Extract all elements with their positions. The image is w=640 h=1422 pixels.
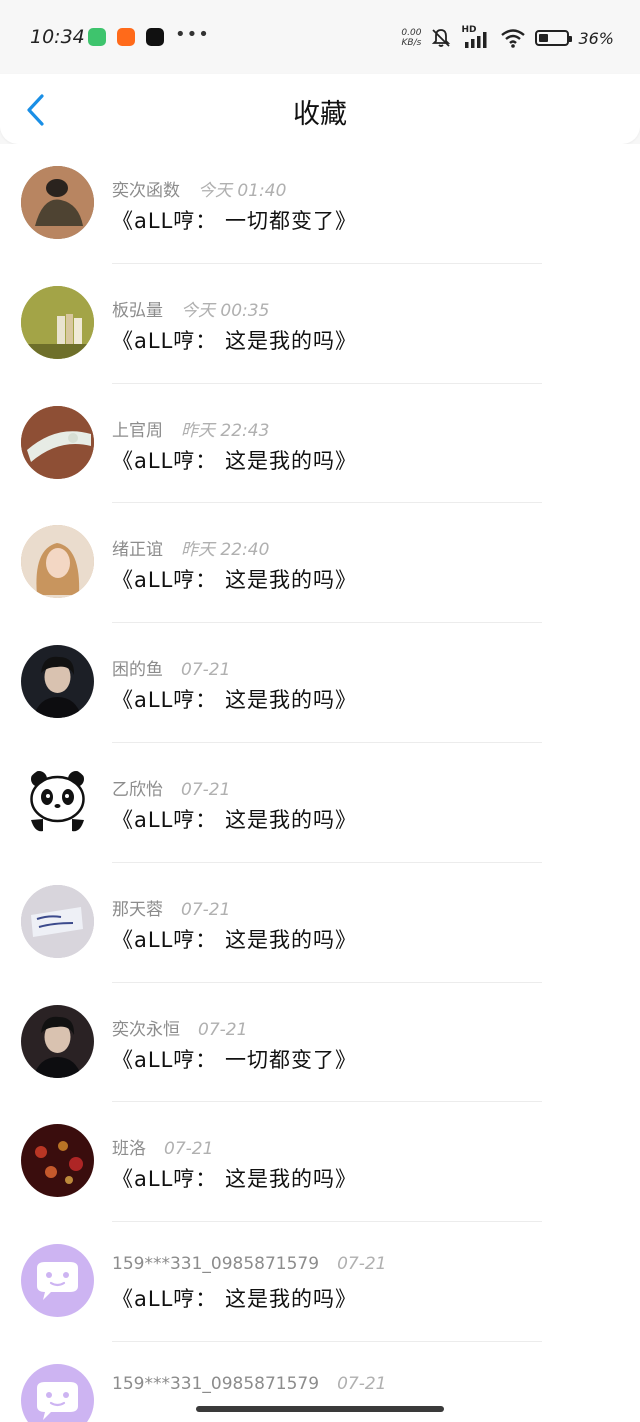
item-meta: 乙欣怡 07-21 — [112, 775, 230, 800]
bracelet-avatar-icon — [21, 405, 94, 479]
books-avatar-icon — [21, 285, 94, 359]
item-message: 《aLL哼： 一切都变了》 — [112, 1047, 357, 1072]
status-time: 10:34 — [30, 26, 85, 48]
avatar[interactable] — [21, 405, 94, 479]
more-notifications-icon: ••• — [175, 24, 210, 45]
user-name: 159***331_0985871579 — [112, 1373, 320, 1394]
item-message: 《aLL哼： 这是我的吗》 — [112, 688, 357, 713]
chat-bubble-avatar-icon — [37, 1262, 78, 1301]
home-indicator[interactable] — [196, 1406, 444, 1412]
list-item[interactable]: 板弘量 今天 00:35 《aLL哼： 这是我的吗》 — [0, 264, 640, 384]
avatar[interactable] — [21, 525, 94, 599]
user-name: 奕次函数 — [112, 181, 180, 201]
user-name: 159***331_0985871579 — [112, 1254, 320, 1275]
list-item[interactable]: 班洛 07-21 《aLL哼： 这是我的吗》 — [0, 1102, 640, 1223]
avatar[interactable] — [21, 1004, 94, 1078]
item-time: 07-21 — [181, 899, 231, 920]
item-meta: 159***331_0985871579 07-21 — [112, 1374, 386, 1394]
panda-avatar-icon — [21, 764, 94, 838]
item-meta: 那天蓉 07-21 — [112, 895, 230, 920]
taobao-icon — [117, 28, 135, 46]
photo-avatar-icon — [21, 166, 94, 239]
list-item[interactable]: 困的鱼 07-21 《aLL哼： 这是我的吗》 — [0, 623, 640, 743]
item-message: 《aLL哼： 这是我的吗》 — [112, 448, 357, 473]
avatar[interactable] — [21, 166, 94, 239]
avatar[interactable] — [21, 1363, 94, 1422]
avatar[interactable] — [21, 1244, 94, 1318]
item-time: 07-21 — [337, 1373, 387, 1394]
battery-icon — [535, 30, 573, 46]
user-name: 板弘量 — [112, 300, 163, 321]
item-message: 《aLL哼： 一切都变了》 — [112, 209, 357, 233]
avatar[interactable] — [21, 285, 94, 359]
network-speed-unit: KB/s — [401, 38, 422, 48]
avatar[interactable] — [21, 645, 94, 719]
portrait-avatar-icon — [33, 656, 82, 719]
item-message: 《aLL哼： 这是我的吗》 — [112, 807, 357, 832]
item-time: 07-21 — [181, 779, 231, 800]
user-name: 班洛 — [112, 1139, 146, 1160]
signal-icon — [465, 32, 487, 48]
item-meta: 159***331_0985871579 07-21 — [112, 1254, 386, 1274]
signal-group: HD — [461, 25, 491, 49]
item-message: 《aLL哼： 这是我的吗》 — [112, 1287, 357, 1312]
item-meta: 绪正谊 昨天 22:40 — [112, 535, 269, 560]
user-name: 乙欣怡 — [112, 779, 163, 800]
item-message: 《aLL哼： 这是我的吗》 — [112, 568, 357, 593]
list-item[interactable]: 奕次永恒 07-21 《aLL哼： 一切都变了》 — [0, 983, 640, 1103]
user-name: 上官周 — [112, 420, 163, 441]
chat-bubble-avatar-icon — [37, 1381, 78, 1420]
network-speed: 0.00 KB/s — [401, 28, 421, 48]
bokeh-avatar-icon — [35, 1141, 83, 1185]
item-meta: 班洛 07-21 — [112, 1134, 213, 1159]
battery-percent: 36% — [578, 28, 614, 48]
item-time: 昨天 22:40 — [181, 540, 270, 561]
item-message: 《aLL哼： 这是我的吗》 — [112, 328, 357, 353]
item-time: 昨天 22:43 — [181, 420, 270, 441]
item-time: 07-21 — [198, 1019, 248, 1040]
avatar[interactable] — [21, 884, 94, 958]
wechat-icon — [88, 28, 106, 46]
battery-tip — [569, 36, 573, 42]
status-right: 0.00 KB/s HD 36% — [401, 24, 614, 52]
tiktok-icon — [146, 28, 164, 46]
user-name: 那天蓉 — [112, 899, 163, 920]
portrait-avatar-icon — [33, 1016, 82, 1078]
item-time: 07-21 — [181, 660, 231, 681]
avatar[interactable] — [21, 1124, 94, 1198]
user-name: 绪正谊 — [112, 540, 163, 561]
avatar[interactable] — [21, 764, 94, 838]
battery-fill — [539, 34, 549, 42]
handwriting-avatar-icon — [21, 884, 94, 958]
item-time: 07-21 — [164, 1139, 214, 1160]
wifi-icon — [501, 29, 526, 48]
list-item[interactable]: 159***331_0985871579 07-21 《aLL哼： 这是我的吗》 — [0, 1222, 640, 1342]
favorites-list[interactable]: 奕次函数 今天 01:40 《aLL哼： 一切都变了》 板弘量 今天 00:35 《aLL… — [0, 144, 640, 1422]
bell-muted-icon — [432, 29, 451, 47]
item-time: 今天 00:35 — [181, 300, 270, 321]
list-item[interactable]: 奕次函数 今天 01:40 《aLL哼： 一切都变了》 — [0, 144, 640, 264]
item-meta: 困的鱼 07-21 — [112, 655, 230, 680]
item-meta: 上官周 昨天 22:43 — [112, 416, 269, 441]
item-message: 《aLL哼： 这是我的吗》 — [112, 927, 357, 952]
network-speed-value: 0.00 — [401, 28, 422, 38]
portrait-avatar-icon — [21, 525, 94, 599]
item-time: 今天 01:40 — [198, 181, 287, 201]
user-name: 奕次永恒 — [112, 1019, 180, 1040]
item-meta: 奕次永恒 07-21 — [112, 1015, 247, 1040]
item-meta: 板弘量 今天 00:35 — [112, 296, 269, 321]
list-item[interactable]: 乙欣怡 07-21 《aLL哼： 这是我的吗》 — [0, 743, 640, 863]
list-item[interactable]: 上官周 昨天 22:43 《aLL哼： 这是我的吗》 — [0, 384, 640, 504]
item-meta: 奕次函数 今天 01:40 — [112, 176, 286, 201]
navigation-bar: 收藏 — [0, 74, 640, 144]
list-item[interactable]: 那天蓉 07-21 《aLL哼： 这是我的吗》 — [0, 863, 640, 983]
user-name: 困的鱼 — [112, 660, 163, 681]
item-message: 《aLL哼： 这是我的吗》 — [112, 1167, 357, 1192]
page-title: 收藏 — [293, 99, 347, 130]
list-item[interactable]: 绪正谊 昨天 22:40 《aLL哼： 这是我的吗》 — [0, 503, 640, 624]
status-bar: 10:34 ••• 0.00 KB/s HD 36% — [0, 0, 640, 74]
item-time: 07-21 — [337, 1254, 387, 1275]
